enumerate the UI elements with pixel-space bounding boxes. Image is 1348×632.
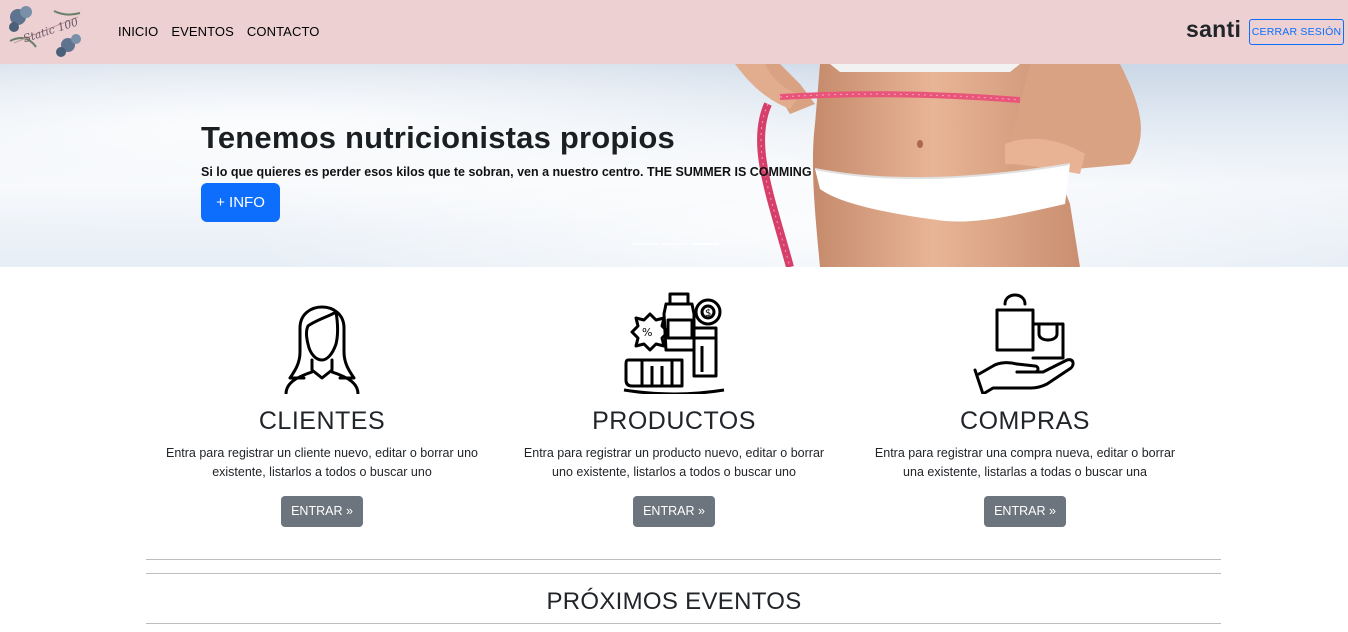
card-title: PRODUCTOS	[592, 407, 756, 435]
card-productos: $ % PRODUCTOS Entra para registrar un pr…	[509, 290, 839, 527]
products-icon: $ %	[623, 292, 725, 394]
carousel-indicator-1[interactable]	[632, 243, 659, 245]
divider	[146, 623, 1221, 624]
enter-compras-button[interactable]: ENTRAR »	[984, 496, 1066, 527]
events-section-title: PRÓXIMOS EVENTOS	[546, 588, 802, 615]
navbar: Static 100 INICIO EVENTOS CONTACTO santi…	[0, 0, 1348, 64]
logout-button[interactable]: CERRAR SESIÓN	[1249, 19, 1344, 45]
card-text: Entra para registrar una compra nueva, e…	[874, 446, 1176, 479]
divider	[146, 573, 1221, 574]
shopping-hand-icon	[973, 293, 1075, 394]
nav-link-inicio[interactable]: INICIO	[118, 24, 158, 39]
divider	[146, 559, 1221, 560]
card-text: Entra para registrar un producto nuevo, …	[523, 446, 825, 479]
carousel-indicators	[632, 243, 719, 245]
card-title: CLIENTES	[258, 407, 386, 435]
nav-link-eventos[interactable]: EVENTOS	[171, 24, 234, 39]
carousel-indicator-2[interactable]	[662, 243, 689, 245]
svg-text:%: %	[642, 326, 652, 339]
hero-subtitle: Si lo que quieres es perder esos kilos q…	[201, 165, 812, 179]
logo[interactable]: Static 100	[6, 3, 84, 59]
card-text: Entra para registrar un cliente nuevo, e…	[166, 446, 478, 479]
card-compras: COMPRAS Entra para registrar una compra …	[860, 290, 1190, 527]
info-button[interactable]: + INFO	[201, 183, 280, 222]
svg-text:$: $	[705, 308, 711, 319]
hero-carousel: Tenemos nutricionistas propios Si lo que…	[0, 64, 1348, 267]
card-title: COMPRAS	[960, 407, 1090, 435]
nav-links: INICIO EVENTOS CONTACTO	[118, 24, 332, 39]
enter-productos-button[interactable]: ENTRAR »	[633, 496, 715, 527]
carousel-indicator-3[interactable]	[692, 243, 719, 245]
woman-icon	[284, 305, 360, 394]
hero-title: Tenemos nutricionistas propios	[201, 120, 675, 155]
enter-clientes-button[interactable]: ENTRAR »	[281, 496, 363, 527]
user-name: santi	[1186, 16, 1242, 42]
nav-link-contacto[interactable]: CONTACTO	[247, 24, 320, 39]
card-clientes: CLIENTES Entra para registrar un cliente…	[157, 290, 487, 527]
